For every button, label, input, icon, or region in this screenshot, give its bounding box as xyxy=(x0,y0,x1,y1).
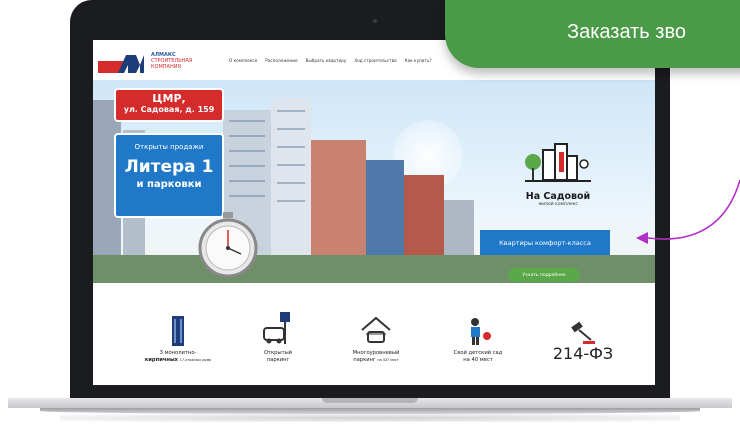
sales-parking-text: и парковки xyxy=(136,179,202,190)
feature-law-text: 214-ФЗ xyxy=(552,344,614,363)
brand-subtitle: жилой комплекс xyxy=(538,202,578,207)
brand-block: На Садовой жилой комплекс xyxy=(493,140,623,207)
address-line1: ЦМР, xyxy=(152,92,186,105)
feature-multilevel-parking-line1: Многоуровневый xyxy=(352,350,400,356)
feature-open-parking-line2: паркинг xyxy=(266,356,290,363)
hero-banner: ЦМР, ул. Садовая, д. 159 Открыты продажи… xyxy=(93,80,655,283)
logo-text: АЛМАКС СТРОИТЕЛЬНАЯ КОМПАНИЯ xyxy=(151,52,192,70)
nav-item-choose-apartment[interactable]: Выбрать квартиру xyxy=(306,58,347,63)
features-row: 3 монолитно- кирпичных 17-этажных дома О… xyxy=(93,283,655,385)
feature-buildings-line1: 3 монолитно- xyxy=(159,350,197,356)
comfort-class-button[interactable]: Квартиры комфорт-класса xyxy=(480,230,610,255)
building-icon xyxy=(172,316,184,346)
feature-buildings-line2: кирпичных xyxy=(144,356,179,363)
feature-buildings-small: 17-этажных дома xyxy=(179,357,212,362)
parking-icon xyxy=(263,312,290,344)
feature-kindergarten-line2: на 40 мест xyxy=(463,356,493,363)
feature-kindergarten-line1: Свой детский сад xyxy=(453,350,503,356)
logo-icon[interactable] xyxy=(98,53,144,73)
laptop-base xyxy=(0,398,740,425)
feature-buildings: 3 монолитно- кирпичных 17-этажных дома xyxy=(123,308,233,363)
laptop-screen: АЛМАКС СТРОИТЕЛЬНАЯ КОМПАНИЯ О комплексе… xyxy=(93,40,655,385)
feature-law: 214-ФЗ xyxy=(543,308,623,362)
address-badge: ЦМР, ул. Садовая, д. 159 xyxy=(114,88,224,122)
brand-name: На Садовой xyxy=(525,191,591,202)
feature-open-parking-line1: Открытый xyxy=(263,350,293,356)
nav-item-how-to-buy[interactable]: Как купить? xyxy=(405,58,432,63)
feature-multilevel-parking: Многоуровневый паркинг на 437 мест xyxy=(331,308,421,363)
main-nav: О комплексе Расположение Выбрать квартир… xyxy=(229,58,432,63)
learn-more-button[interactable]: Узнать подробнее xyxy=(508,268,580,282)
camera-icon xyxy=(373,19,377,23)
address-line2: ул. Садовая, д. 159 xyxy=(123,105,215,114)
sales-open-text: Открыты продажи xyxy=(134,143,204,151)
garage-icon xyxy=(361,316,391,343)
sales-badge: Открыты продажи Литера 1 и парковки xyxy=(114,133,224,218)
nav-item-about[interactable]: О комплексе xyxy=(229,58,257,63)
stopwatch-icon xyxy=(198,212,258,278)
gavel-icon xyxy=(571,321,595,344)
logo-line3: КОМПАНИЯ xyxy=(151,64,181,70)
feature-kindergarten: Свой детский сад на 40 мест xyxy=(433,308,523,363)
feature-open-parking: Открытый паркинг xyxy=(243,308,313,363)
order-call-button[interactable]: Заказать зво xyxy=(445,0,740,68)
feature-multilevel-parking-small: на 437 мест xyxy=(377,357,399,362)
nav-item-construction[interactable]: Ход строительства xyxy=(354,58,396,63)
sales-litera-text: Литера 1 xyxy=(124,157,214,177)
brand-logo-icon xyxy=(525,143,591,182)
kindergarten-icon xyxy=(471,318,491,345)
order-call-label: Заказать зво xyxy=(567,21,686,43)
feature-multilevel-parking-line2: паркинг xyxy=(353,356,376,363)
nav-item-location[interactable]: Расположение xyxy=(265,58,297,63)
